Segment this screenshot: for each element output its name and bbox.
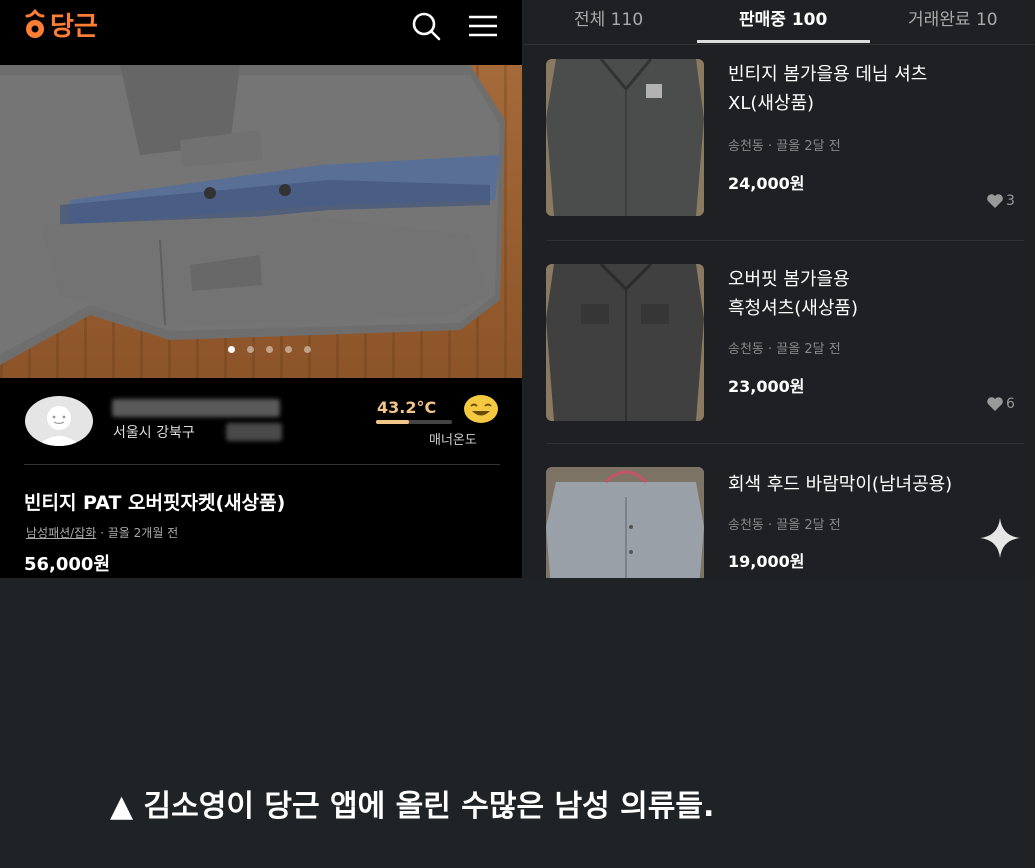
item-title-line1: 빈티지 봄가을용 데님 셔츠 — [728, 64, 928, 85]
gray-windbreaker-image — [546, 467, 704, 578]
tab-sold[interactable]: 거래완료 10 — [908, 5, 998, 30]
item-title-line1: 회색 후드 바람막이(남녀공용) — [728, 474, 953, 495]
product-title: 빈티지 PAT 오버핏자켓(새상품) — [24, 492, 286, 514]
item-price: 24,000원 — [728, 174, 805, 193]
product-detail-screen: 당근 서울시 강북구 43.2°C 매너온도 빈티지 PAT 오버핏자켓(새상품… — [0, 0, 522, 578]
app-logo-text: 당근 — [50, 12, 98, 42]
item-like-count: 6 — [1006, 396, 1015, 412]
blurred-nickname — [112, 399, 280, 417]
blurred-region — [226, 423, 282, 441]
user-avatar-icon — [37, 406, 81, 446]
app-header: 당근 — [0, 0, 522, 60]
seller-location: 서울시 강북구 — [113, 425, 195, 441]
app-logo[interactable]: 당근 — [24, 6, 98, 43]
photo-dot[interactable] — [304, 346, 311, 353]
product-meta: 남성패션/잡화 · 끌올 2개월 전 — [26, 524, 178, 541]
item-meta: 송천동 · 끌올 2달 전 — [728, 518, 841, 533]
photo-dot[interactable] — [266, 346, 273, 353]
search-icon[interactable] — [410, 10, 442, 42]
active-tab-indicator — [697, 40, 870, 43]
product-photo[interactable] — [0, 65, 522, 378]
tab-selling[interactable]: 판매중 100 — [739, 5, 827, 30]
heart-icon — [987, 397, 1003, 411]
photo-dot[interactable] — [285, 346, 292, 353]
photo-pagination[interactable] — [228, 346, 311, 353]
manner-temperature-label: 매너온도 — [429, 433, 477, 448]
photo-dot[interactable] — [247, 346, 254, 353]
product-price: 56,000원 — [24, 554, 111, 575]
item-price: 23,000원 — [728, 377, 805, 396]
image-caption: ▲ 김소영이 당근 앱에 올린 수많은 남성 의류들. — [110, 789, 715, 824]
item-meta: 송천동 · 끌올 2달 전 — [728, 139, 841, 154]
item-price: 19,000원 — [728, 552, 805, 571]
manner-temperature-fill — [376, 420, 409, 424]
item-thumbnail[interactable] — [546, 467, 704, 578]
tab-all[interactable]: 전체 110 — [574, 5, 643, 30]
item-title-line1: 오버핏 봄가을용 — [728, 269, 850, 290]
smile-emoji-icon — [464, 395, 498, 423]
heart-icon — [987, 194, 1003, 208]
seller-profile[interactable]: 서울시 강북구 43.2°C 매너온도 — [0, 390, 522, 460]
manner-temperature-bar — [376, 420, 452, 424]
denim-shirt-image — [546, 59, 704, 216]
item-meta: 송천동 · 끌올 2달 전 — [728, 342, 841, 357]
product-time: · 끌올 2개월 전 — [100, 526, 179, 540]
carrot-icon — [25, 9, 45, 38]
avatar[interactable] — [25, 396, 93, 446]
item-thumbnail[interactable] — [546, 264, 704, 421]
item-like-count: 3 — [1006, 193, 1015, 209]
item-title-line2: XL(새상품) — [728, 93, 815, 114]
divider — [546, 240, 1024, 241]
jacket-image — [0, 65, 505, 365]
menu-icon[interactable] — [468, 10, 498, 42]
item-likes[interactable]: 3 — [986, 193, 1015, 209]
black-shirt-image — [546, 264, 704, 421]
seller-listings-screen: 전체 110 판매중 100 거래완료 10 빈티지 봄가을용 데님 셔츠 XL… — [524, 0, 1035, 578]
listing-tabs: 전체 110 판매중 100 거래완료 10 — [524, 0, 1035, 45]
divider — [24, 464, 500, 465]
sparkle-icon — [980, 518, 1020, 558]
photo-dot[interactable] — [228, 346, 235, 353]
item-thumbnail[interactable] — [546, 59, 704, 216]
manner-temperature: 43.2°C — [377, 398, 437, 417]
product-category-link[interactable]: 남성패션/잡화 — [26, 526, 96, 540]
item-title-line2: 흑청셔츠(새상품) — [728, 298, 858, 319]
divider — [546, 443, 1024, 444]
item-likes[interactable]: 6 — [986, 396, 1015, 412]
